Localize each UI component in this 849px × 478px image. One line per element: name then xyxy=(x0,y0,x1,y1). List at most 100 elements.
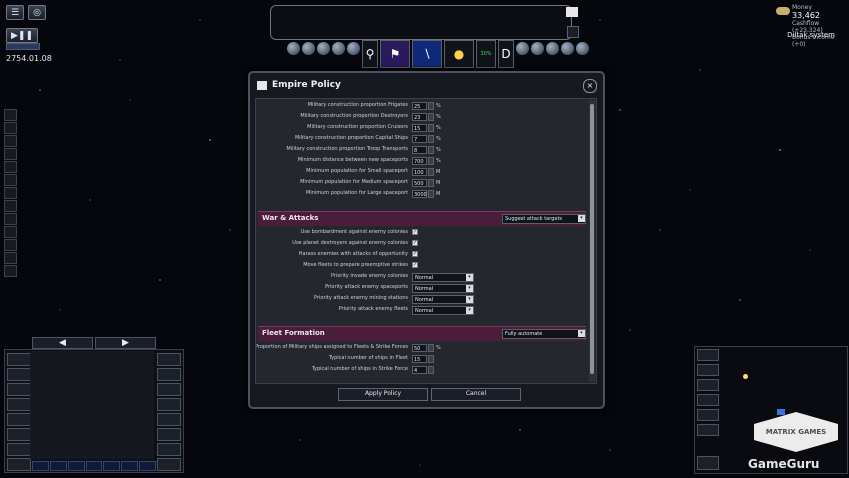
planet-icon[interactable] xyxy=(287,42,300,55)
zoom-icon[interactable] xyxy=(697,349,719,361)
list-button[interactable] xyxy=(157,443,181,456)
tab[interactable] xyxy=(139,461,157,471)
war-checkbox[interactable]: ✓ xyxy=(412,229,418,235)
list-button[interactable] xyxy=(7,413,31,426)
priority-select[interactable]: Normal ▾ xyxy=(412,284,474,293)
war-mode-select[interactable]: Suggest attack targets ▾ xyxy=(502,214,586,224)
scrollbar-thumb[interactable] xyxy=(590,104,594,374)
spinner-icon[interactable] xyxy=(428,102,434,110)
shortcut-icon[interactable] xyxy=(4,239,17,251)
shortcut-icon[interactable] xyxy=(4,187,17,199)
empire-flag-icon[interactable]: ⚑ xyxy=(380,40,410,68)
filter-icon[interactable] xyxy=(697,394,719,406)
spinner-icon[interactable] xyxy=(428,355,434,363)
character-icon[interactable]: ⚲ xyxy=(362,40,378,68)
list-button[interactable] xyxy=(157,368,181,381)
construction-row-input[interactable]: 100 xyxy=(412,168,427,176)
tab[interactable] xyxy=(85,461,103,471)
next-button[interactable]: ▶ xyxy=(95,337,156,349)
fleet-row-input[interactable]: 50 xyxy=(412,344,427,352)
message-history-icon[interactable] xyxy=(567,26,579,38)
spinner-icon[interactable] xyxy=(428,344,434,352)
shortcut-icon[interactable] xyxy=(4,252,17,264)
list-button[interactable] xyxy=(7,368,31,381)
shortcut-icon[interactable] xyxy=(4,148,17,160)
mining-icon[interactable] xyxy=(516,42,529,55)
construction-row-input[interactable]: 8 xyxy=(412,146,427,154)
tab[interactable] xyxy=(67,461,85,471)
spinner-icon[interactable] xyxy=(428,135,434,143)
war-checkbox[interactable]: ✓ xyxy=(412,240,418,246)
shortcut-icon[interactable] xyxy=(4,226,17,238)
list-button[interactable] xyxy=(157,353,181,366)
filter-icon[interactable] xyxy=(697,364,719,376)
diplomacy-icon[interactable]: D xyxy=(498,40,514,68)
tab[interactable] xyxy=(121,461,139,471)
fleet-mode-select[interactable]: Fully automate ▾ xyxy=(502,329,586,339)
list-button[interactable] xyxy=(7,458,31,471)
list-button[interactable] xyxy=(157,458,181,471)
spinner-icon[interactable] xyxy=(428,179,434,187)
prev-button[interactable]: ◀ xyxy=(32,337,93,349)
construction-row-input[interactable]: 3000 xyxy=(412,190,427,198)
list-button[interactable] xyxy=(157,428,181,441)
intelligence-icon[interactable] xyxy=(576,42,589,55)
construction-row-input[interactable]: 15 xyxy=(412,124,427,132)
ship-icon[interactable] xyxy=(302,42,315,55)
trade-icon[interactable] xyxy=(546,42,559,55)
list-button[interactable] xyxy=(157,413,181,426)
scrollbar[interactable] xyxy=(589,100,595,382)
priority-select[interactable]: Normal ▾ xyxy=(412,295,474,304)
shortcut-icon[interactable] xyxy=(4,174,17,186)
spinner-icon[interactable] xyxy=(428,157,434,165)
policy-icon[interactable]: ∖ xyxy=(412,40,442,68)
shortcut-icon[interactable] xyxy=(4,135,17,147)
tab[interactable] xyxy=(49,461,67,471)
shortcut-icon[interactable] xyxy=(4,161,17,173)
priority-select[interactable]: Normal ▾ xyxy=(412,306,474,315)
list-button[interactable] xyxy=(7,428,31,441)
list-button[interactable] xyxy=(7,443,31,456)
shortcut-icon[interactable] xyxy=(4,109,17,121)
game-speed-bar[interactable] xyxy=(6,43,40,50)
apply-policy-button[interactable]: Apply Policy xyxy=(338,388,428,401)
filter-icon[interactable] xyxy=(697,424,719,436)
fleet-row-input[interactable]: 4 xyxy=(412,366,427,374)
spinner-icon[interactable] xyxy=(428,124,434,132)
list-button[interactable] xyxy=(157,383,181,396)
list-button[interactable] xyxy=(7,398,31,411)
cancel-button[interactable]: Cancel xyxy=(431,388,521,401)
fleet-row-input[interactable]: 15 xyxy=(412,355,427,363)
list-button[interactable] xyxy=(7,353,31,366)
priority-select[interactable]: Normal ▾ xyxy=(412,273,474,282)
tab[interactable] xyxy=(103,461,121,471)
filter-icon[interactable] xyxy=(697,409,719,421)
tab[interactable] xyxy=(32,461,49,471)
filter-icon[interactable] xyxy=(697,379,719,391)
shortcut-icon[interactable] xyxy=(4,122,17,134)
colony-icon[interactable] xyxy=(317,42,330,55)
expansion-icon[interactable] xyxy=(561,42,574,55)
spinner-icon[interactable] xyxy=(428,168,434,176)
galaxy-view-icon[interactable]: ◎ xyxy=(28,5,46,20)
spinner-icon[interactable] xyxy=(428,366,434,374)
war-checkbox[interactable]: ✓ xyxy=(412,251,418,257)
fleet-icon[interactable] xyxy=(347,42,360,55)
construction-icon[interactable] xyxy=(531,42,544,55)
spinner-icon[interactable] xyxy=(428,113,434,121)
list-button[interactable] xyxy=(157,398,181,411)
shortcut-icon[interactable] xyxy=(4,213,17,225)
construction-row-input[interactable]: 500 xyxy=(412,179,427,187)
shortcut-icon[interactable] xyxy=(4,265,17,277)
construction-row-input[interactable]: 7 xyxy=(412,135,427,143)
design-icon[interactable] xyxy=(332,42,345,55)
spinner-icon[interactable] xyxy=(428,146,434,154)
list-button[interactable] xyxy=(7,383,31,396)
menu-icon[interactable]: ☰ xyxy=(6,5,24,20)
construction-row-input[interactable]: 25 xyxy=(412,102,427,110)
galaxy-map-button[interactable] xyxy=(697,456,719,470)
war-checkbox[interactable]: ✓ xyxy=(412,262,418,268)
research-bulb-icon[interactable]: ● xyxy=(444,40,474,68)
shortcut-icon[interactable] xyxy=(4,200,17,212)
construction-row-input[interactable]: 700 xyxy=(412,157,427,165)
